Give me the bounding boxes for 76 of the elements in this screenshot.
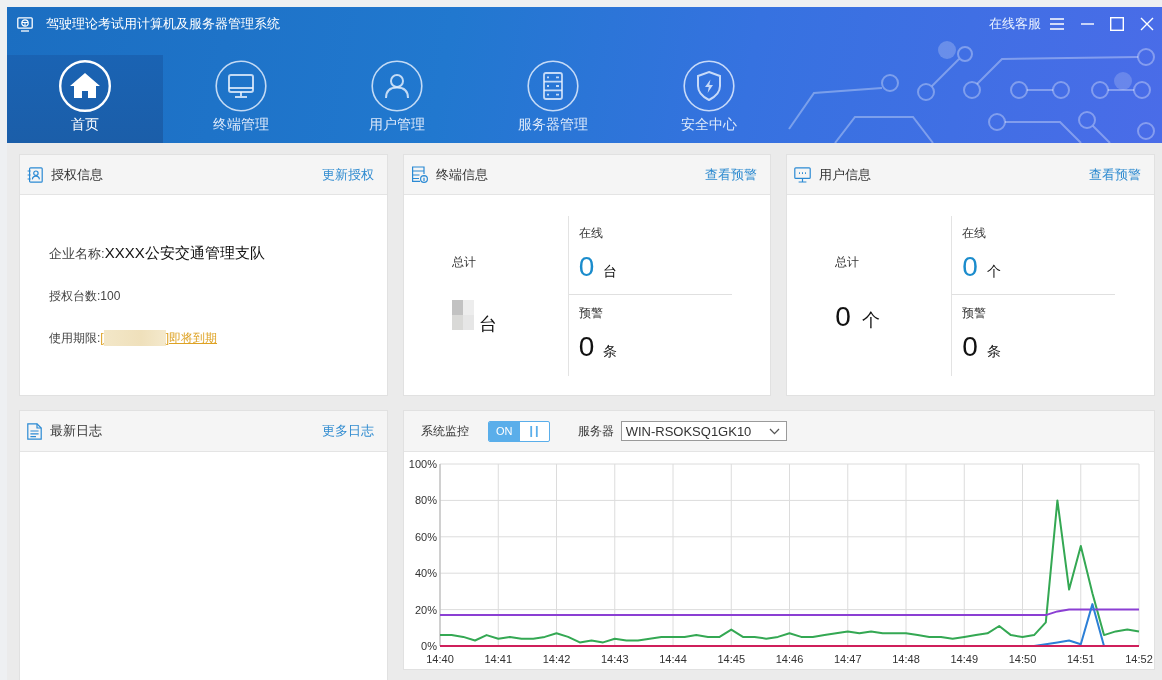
stat-label: 预警 (962, 305, 987, 321)
maximize-icon (1110, 17, 1124, 31)
monitor-wheel-icon (17, 16, 33, 32)
x-axis-label: 14:47 (833, 653, 862, 665)
field-label: 企业名称: (49, 245, 105, 263)
x-axis-label: 14:50 (1008, 653, 1036, 665)
card-title: 最新日志 (50, 422, 103, 440)
x-axis-label: 14:45 (717, 653, 745, 665)
card-title: 系统监控 (420, 422, 469, 440)
expiry-link[interactable]: [ ]即将到期 (100, 328, 218, 348)
stat-value: 0 (962, 250, 978, 284)
monitor-dots-icon (794, 166, 812, 183)
stat-value: 0 (578, 330, 595, 364)
x-axis-label: 14:46 (775, 653, 803, 665)
stat-unit: 个 (986, 263, 1001, 281)
x-axis-label: 14:43 (600, 653, 629, 665)
stat-value: 0 (962, 330, 978, 364)
y-axis-label: 80% (414, 494, 437, 507)
y-axis-label: 0% (420, 640, 437, 652)
x-axis-label: 14:51 (1066, 653, 1095, 665)
stat-label: 预警 (578, 305, 603, 321)
stat-label: 总计 (451, 254, 476, 270)
x-axis-label: 14:44 (658, 653, 687, 665)
stat-label: 在线 (578, 225, 603, 241)
stat-unit: 条 (603, 343, 618, 361)
nav-tab[interactable]: 用户管理 (319, 55, 475, 143)
server-icon (527, 60, 579, 112)
y-axis-label: 40% (414, 567, 437, 580)
document-info-icon (410, 166, 428, 183)
company-name: XXXX公安交通管理支队 (104, 243, 265, 263)
y-axis-label: 100% (408, 458, 437, 470)
x-axis-label: 14:49 (950, 653, 978, 665)
x-axis-label: 14:48 (891, 653, 920, 665)
card-title: 授权信息 (51, 165, 104, 184)
stat-unit: 台 (478, 313, 497, 336)
stat-label: 总计 (835, 254, 860, 270)
nav-tab[interactable]: 安全中心 (631, 55, 787, 143)
alerts-link[interactable]: 查看预警 (1089, 165, 1141, 184)
x-axis-label: 14:41 (484, 653, 512, 665)
stat-unit: 台 (603, 263, 618, 281)
menu-icon (1050, 18, 1064, 30)
stat-value: 0 (835, 300, 851, 334)
card-title: 终端信息 (435, 165, 489, 184)
minimize-icon (1080, 23, 1094, 25)
support-link[interactable]: 在线客服 (989, 15, 1041, 33)
stat-label: 在线 (962, 225, 987, 241)
contact-card-icon (27, 166, 43, 183)
chevron-down-icon (768, 427, 780, 435)
close-icon (1140, 17, 1154, 31)
card-title: 用户信息 (819, 165, 873, 184)
stat-value: 0 (578, 250, 595, 284)
home-icon (59, 60, 111, 112)
shield-bolt-icon (683, 60, 735, 112)
document-icon (27, 422, 42, 440)
nav-tab[interactable]: 终端管理 (163, 55, 319, 143)
alerts-link[interactable]: 查看预警 (705, 165, 758, 184)
y-axis-label: 60% (414, 530, 437, 543)
server-select[interactable]: WIN-RSOKSQ1GK10 (620, 421, 787, 441)
window-title: 驾驶理论考试用计算机及服务器管理系统 (46, 15, 281, 33)
nav-tab[interactable]: 首页 (7, 55, 163, 143)
nav-tab[interactable]: 服务器管理 (475, 55, 631, 143)
user-icon (371, 60, 423, 112)
x-axis-label: 14:42 (542, 653, 570, 665)
x-axis-label: 14:52 (1124, 653, 1153, 665)
monitor-icon (215, 60, 267, 112)
more-logs-link[interactable]: 更多日志 (321, 422, 374, 440)
license-count: 授权台数:100 (49, 288, 121, 305)
y-axis-label: 20% (414, 603, 437, 616)
stat-unit: 条 (986, 343, 1001, 361)
monitor-toggle[interactable]: ON (487, 420, 550, 442)
field-label: 服务器 (577, 422, 614, 440)
stat-unit: 个 (861, 309, 880, 332)
grip-bars-icon (530, 425, 539, 437)
update-link[interactable]: 更新授权 (321, 165, 374, 184)
x-axis-label: 14:40 (425, 653, 454, 665)
field-label: 使用期限: (49, 330, 101, 347)
